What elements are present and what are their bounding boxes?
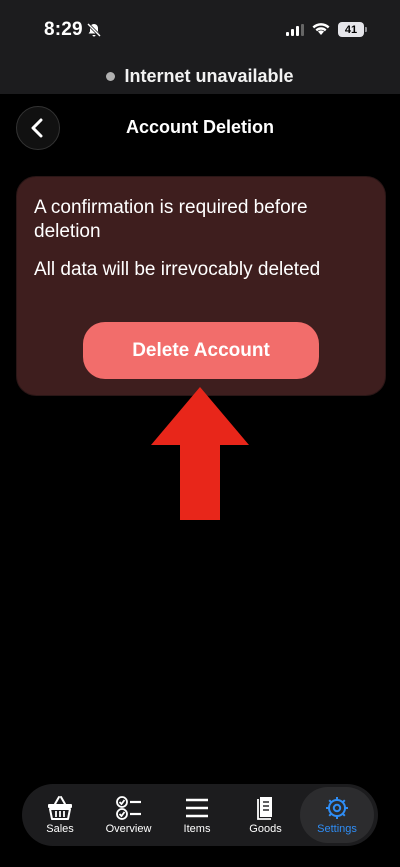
tab-goods[interactable]: Goods [232,787,300,843]
signal-icon [286,24,304,36]
tab-bar: Sales Overview Items Goods Settings [22,784,378,846]
bell-slash-icon [86,22,102,38]
status-time: 8:29 [44,19,83,40]
tab-label-goods: Goods [249,823,282,835]
page-title: Account Deletion [125,117,274,137]
tab-settings[interactable]: Settings [300,787,374,843]
battery-level: 41 [344,23,358,36]
status-dot-icon [106,71,116,81]
tab-label-settings: Settings [317,823,357,835]
deletion-card: A confirmation is required before deleti… [16,176,386,396]
tab-label-overview: Overview [105,823,152,835]
tab-sales[interactable]: Sales [26,787,94,843]
confirmation-text: A confirmation is required before deleti… [34,197,308,242]
wifi-icon [312,23,330,35]
gear-icon [326,797,348,819]
delete-account-button[interactable]: Delete Account [83,322,319,379]
internet-status-text: Internet unavailable [124,65,294,86]
tab-label-items: Items [183,823,211,835]
checklist-icon [115,796,141,820]
status-bar: 8:29 41 [0,0,400,58]
battery-icon: 41 [338,22,367,37]
tab-overview[interactable]: Overview [95,787,163,843]
menu-icon [186,798,208,818]
arrow-up-icon [151,387,249,520]
warning-text: All data will be irrevocably deleted [34,259,321,280]
internet-banner: Internet unavailable [0,58,400,94]
tab-label-sales: Sales [46,823,74,835]
document-icon [256,797,272,820]
basket-icon [48,796,72,820]
tab-items[interactable]: Items [163,787,231,843]
